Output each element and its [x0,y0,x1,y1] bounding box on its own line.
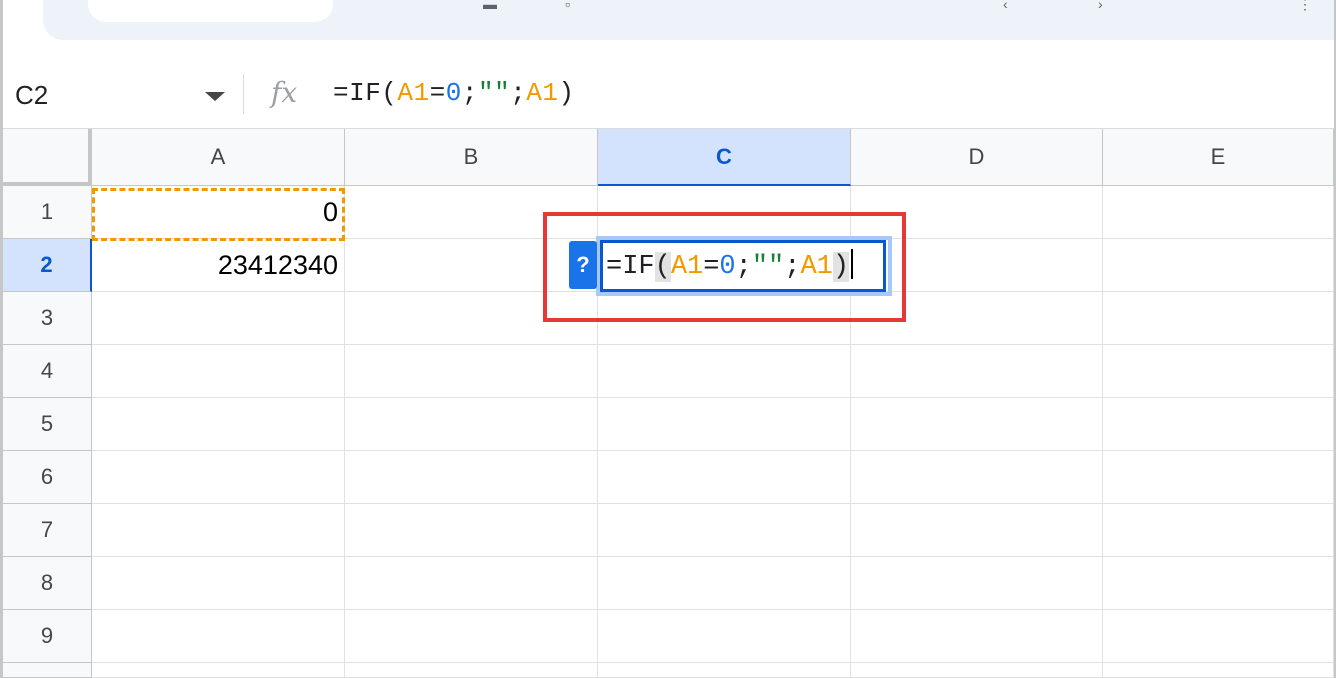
referenced-cell-highlight [92,188,345,241]
cell[interactable] [1103,292,1334,345]
cell[interactable] [92,610,345,663]
cell[interactable] [92,557,345,610]
formula-token: ) [558,78,575,108]
cell[interactable] [1103,610,1334,663]
chevron-left-icon[interactable]: ‹ [1003,0,1008,11]
formula-input[interactable]: =IF(A1=0;"";A1) [333,78,575,108]
cell[interactable] [92,398,345,451]
row-header-10[interactable] [3,663,92,678]
cell[interactable] [92,663,345,678]
formula-string-token: "" [477,78,511,108]
cell[interactable] [1103,345,1334,398]
formula-number-token: 0 [445,78,462,108]
column-header-e[interactable]: E [1103,129,1334,186]
row-header-3[interactable]: 3 [3,292,92,345]
cell[interactable] [851,504,1103,557]
row-header-7[interactable]: 7 [3,504,92,557]
cell-e1[interactable] [1103,186,1334,239]
row-header-6[interactable]: 6 [3,451,92,504]
toolbar-background: ▔ ▔ ▬ ▫ ▔ ‹ › ⋮ [43,0,1334,40]
formula-bar-divider [243,74,244,114]
more-icon[interactable]: ⋮ [1298,0,1312,11]
cell[interactable] [851,610,1103,663]
cell[interactable] [345,345,598,398]
toolbar-icon[interactable]: ▬ [483,0,497,11]
toolbar-icon[interactable]: ▔ [843,0,854,11]
formula-ref-token: A1 [526,78,559,108]
cell[interactable] [1103,557,1334,610]
cell-a2[interactable]: 23412340 [92,239,345,292]
toolbar-icon[interactable]: ▫ [565,0,570,11]
menu-search-pill[interactable] [88,0,333,22]
name-box-value[interactable]: C2 [15,80,48,111]
cell[interactable] [598,451,851,504]
fx-icon: fx [271,76,298,109]
column-header-a[interactable]: A [92,129,345,186]
toolbar-icon[interactable]: ▔ [403,0,414,11]
row-header-2[interactable]: 2 [3,239,92,292]
cell[interactable] [345,610,598,663]
cell[interactable] [598,610,851,663]
cell[interactable] [345,451,598,504]
cell[interactable] [1103,451,1334,504]
cell[interactable] [345,663,598,678]
cell[interactable] [345,504,598,557]
row-header-5[interactable]: 5 [3,398,92,451]
cell[interactable] [598,557,851,610]
cell[interactable] [598,345,851,398]
row-header-4[interactable]: 4 [3,345,92,398]
formula-token: ; [510,78,527,108]
row-header-9[interactable]: 9 [3,610,92,663]
cell[interactable] [851,451,1103,504]
formula-bar: C2 fx =IF(A1=0;"";A1) [3,62,1334,129]
formula-token: =IF( [333,78,398,108]
cell[interactable] [345,398,598,451]
cell[interactable] [851,398,1103,451]
toolbar-icon[interactable]: ▔ [323,0,334,11]
column-header-b[interactable]: B [345,129,598,186]
cell[interactable] [92,504,345,557]
cell[interactable] [851,557,1103,610]
formula-token: = [429,78,446,108]
name-box[interactable]: C2 [15,76,225,112]
cell[interactable] [851,345,1103,398]
cell[interactable] [598,504,851,557]
cell[interactable] [1103,398,1334,451]
cell[interactable] [92,451,345,504]
cell[interactable] [92,345,345,398]
cell[interactable] [1103,663,1334,678]
chevron-down-icon[interactable] [205,92,225,101]
cell[interactable] [598,398,851,451]
row-header-8[interactable]: 8 [3,557,92,610]
cell[interactable] [598,663,851,678]
toolbar: ▔ ▔ ▬ ▫ ▔ ‹ › ⋮ [3,0,1334,62]
formula-token: ; [461,78,478,108]
chevron-right-icon[interactable]: › [1098,0,1103,11]
cell[interactable] [345,557,598,610]
row-header-1[interactable]: 1 [3,186,92,239]
column-header-c[interactable]: C [598,129,851,186]
cell[interactable] [851,663,1103,678]
cell[interactable] [92,292,345,345]
column-header-d[interactable]: D [851,129,1103,186]
cell[interactable] [1103,504,1334,557]
cell-e2[interactable] [1103,239,1334,292]
select-all-corner[interactable] [3,129,92,186]
formula-ref-token: A1 [397,78,430,108]
annotation-highlight-box [543,212,906,322]
